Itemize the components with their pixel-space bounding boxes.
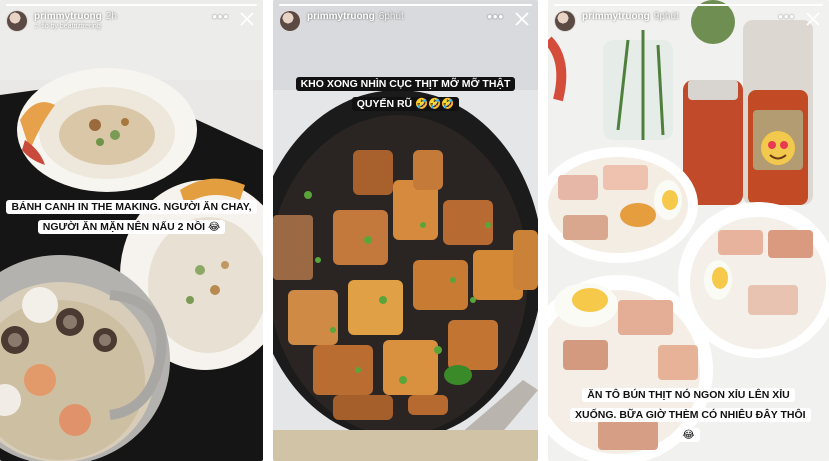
- story-caption: KHO XONG NHÌN CỤC THỊT MỠ MỠ THẬT QUYẾN …: [273, 73, 538, 113]
- caption-text: ĂN TÔ BÚN THỊT NÓ NGON XỈU LÊN XỈU XUỐNG…: [570, 388, 811, 442]
- close-icon[interactable]: [239, 11, 255, 27]
- more-options-icon[interactable]: •••: [212, 10, 229, 23]
- username-label[interactable]: primmytruong 6phút: [307, 11, 404, 22]
- avatar[interactable]: [554, 10, 576, 32]
- close-icon[interactable]: [805, 11, 821, 27]
- story-panel-2[interactable]: primmytruong 6phút ••• KHO XONG NHÌN CỤC …: [273, 0, 538, 461]
- story-caption: ĂN TÔ BÚN THỊT NÓ NGON XỈU LÊN XỈU XUỐNG…: [548, 384, 829, 444]
- avatar[interactable]: [279, 10, 301, 32]
- story-header: primmytruong 9phút •••: [554, 9, 823, 35]
- caption-text: KHO XONG NHÌN CỤC THỊT MỠ MỠ THẬT QUYẾN …: [295, 77, 516, 111]
- username-label[interactable]: primmytruong 9phút: [582, 11, 679, 22]
- story-header: primmytruong 2h ♫ flô by beatrizfrering •…: [6, 9, 257, 35]
- post-time: 6phút: [378, 11, 404, 22]
- more-options-icon[interactable]: •••: [778, 10, 795, 23]
- story-header: primmytruong 6phút •••: [279, 9, 532, 35]
- story-panel-3[interactable]: primmytruong 9phút ••• ĂN TÔ BÚN THỊT NÓ …: [548, 0, 829, 461]
- music-label[interactable]: ♫ flô by beatrizfrering: [34, 23, 101, 30]
- avatar[interactable]: [6, 10, 28, 32]
- story-progress-bar: [6, 4, 257, 6]
- story-progress-bar: [554, 4, 823, 6]
- username[interactable]: primmytruong: [34, 11, 102, 22]
- story-photo-braised-pork: [273, 0, 538, 461]
- story-caption: BÁNH CANH IN THE MAKING. NGƯỜI ĂN CHAY, …: [0, 196, 263, 236]
- story-panel-1[interactable]: primmytruong 2h ♫ flô by beatrizfrering •…: [0, 0, 263, 461]
- post-time: 9phút: [653, 11, 679, 22]
- post-time: 2h: [105, 11, 117, 22]
- caption-text: BÁNH CANH IN THE MAKING. NGƯỜI ĂN CHAY, …: [6, 200, 257, 234]
- username[interactable]: primmytruong: [582, 11, 650, 22]
- story-progress-bar: [279, 4, 532, 6]
- close-icon[interactable]: [514, 11, 530, 27]
- more-options-icon[interactable]: •••: [487, 10, 504, 23]
- username[interactable]: primmytruong: [307, 11, 375, 22]
- username-label[interactable]: primmytruong 2h: [34, 11, 117, 22]
